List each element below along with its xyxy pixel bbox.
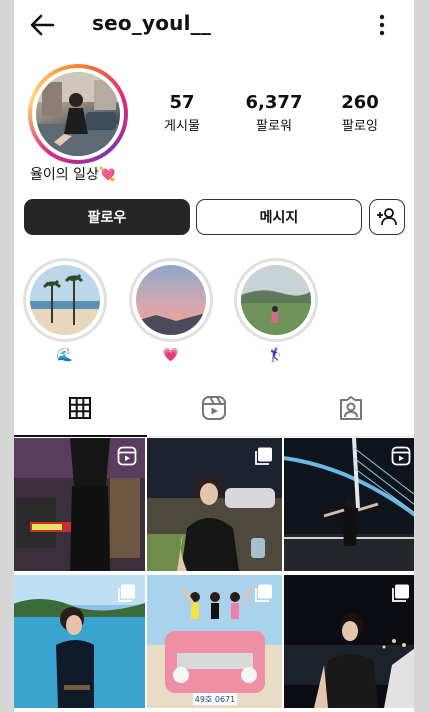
reels-icon[interactable]: [200, 394, 228, 422]
avatar: [36, 72, 120, 156]
profile-stats: 57 게시물 6,377 팔로워 260 팔로잉: [144, 92, 404, 142]
following-label: 팔로잉: [342, 119, 378, 134]
profile-tabs: [14, 384, 414, 437]
carousel-badge-icon: [118, 584, 135, 602]
message-button[interactable]: 메시지: [196, 199, 362, 235]
follow-button[interactable]: 팔로우: [24, 199, 190, 235]
sunset-photo: [136, 265, 206, 335]
reel-badge-icon: [391, 446, 411, 466]
carousel-badge-icon: [255, 447, 272, 465]
active-tab-indicator: [14, 435, 147, 437]
add-user-icon: [377, 208, 397, 226]
beach-photo: [30, 265, 100, 335]
highlight-cover: [30, 265, 100, 335]
highlight-ring: [23, 258, 107, 342]
screen-frame: seo_youl__ 57 게시물 6,377 팔로워 260 팔로잉 율이의 …: [0, 0, 430, 712]
profile-username: seo_youl__: [92, 11, 212, 35]
post-thumbnail-5[interactable]: 49호 0671: [147, 575, 282, 708]
highlight-cover: [136, 265, 206, 335]
highlight-label: 💗: [162, 348, 180, 363]
carousel-badge-icon: [392, 584, 409, 602]
carousel-badge-icon: [255, 584, 272, 602]
reel-badge-icon: [117, 446, 137, 466]
stat-posts[interactable]: 57 게시물: [142, 92, 222, 136]
stat-followers[interactable]: 6,377 팔로워: [234, 92, 314, 136]
highlight-golf[interactable]: 🏌🏻‍♀️: [234, 258, 318, 366]
grid-icon[interactable]: [66, 394, 94, 422]
top-bar: seo_youl__: [14, 0, 414, 50]
following-count: 260: [341, 92, 379, 113]
highlight-label: 🏌🏻‍♀️: [267, 348, 285, 363]
back-arrow-icon[interactable]: [26, 8, 60, 42]
profile-screen: seo_youl__ 57 게시물 6,377 팔로워 260 팔로잉 율이의 …: [14, 0, 414, 712]
avatar-frame: [32, 68, 124, 160]
followers-label: 팔로워: [256, 119, 292, 134]
profile-bio: 율이의 일상💘: [30, 167, 117, 183]
posts-count: 57: [169, 92, 195, 113]
more-vertical-icon[interactable]: [374, 10, 390, 40]
post-thumbnail-1[interactable]: [14, 438, 145, 571]
posts-label: 게시물: [164, 119, 200, 134]
add-user-button[interactable]: [369, 199, 405, 235]
tagged-icon[interactable]: [337, 394, 365, 422]
post-thumbnail-6[interactable]: [284, 575, 414, 708]
post-thumbnail-4[interactable]: [14, 575, 145, 708]
highlight-beach[interactable]: 🌊: [23, 258, 107, 366]
highlight-cover: [241, 265, 311, 335]
avatar-photo-image: [36, 72, 120, 156]
license-plate-text: 49호 0671: [195, 695, 235, 704]
avatar-story-ring[interactable]: [28, 64, 128, 164]
highlight-ring: [234, 258, 318, 342]
golf-photo: [241, 265, 311, 335]
highlight-sunset[interactable]: 💗: [129, 258, 213, 366]
stat-following[interactable]: 260 팔로잉: [320, 92, 400, 136]
followers-count: 6,377: [245, 92, 303, 113]
highlight-ring: [129, 258, 213, 342]
post-thumbnail-2[interactable]: [147, 438, 282, 571]
highlight-label: 🌊: [56, 348, 74, 363]
post-thumbnail-3[interactable]: [284, 438, 414, 571]
